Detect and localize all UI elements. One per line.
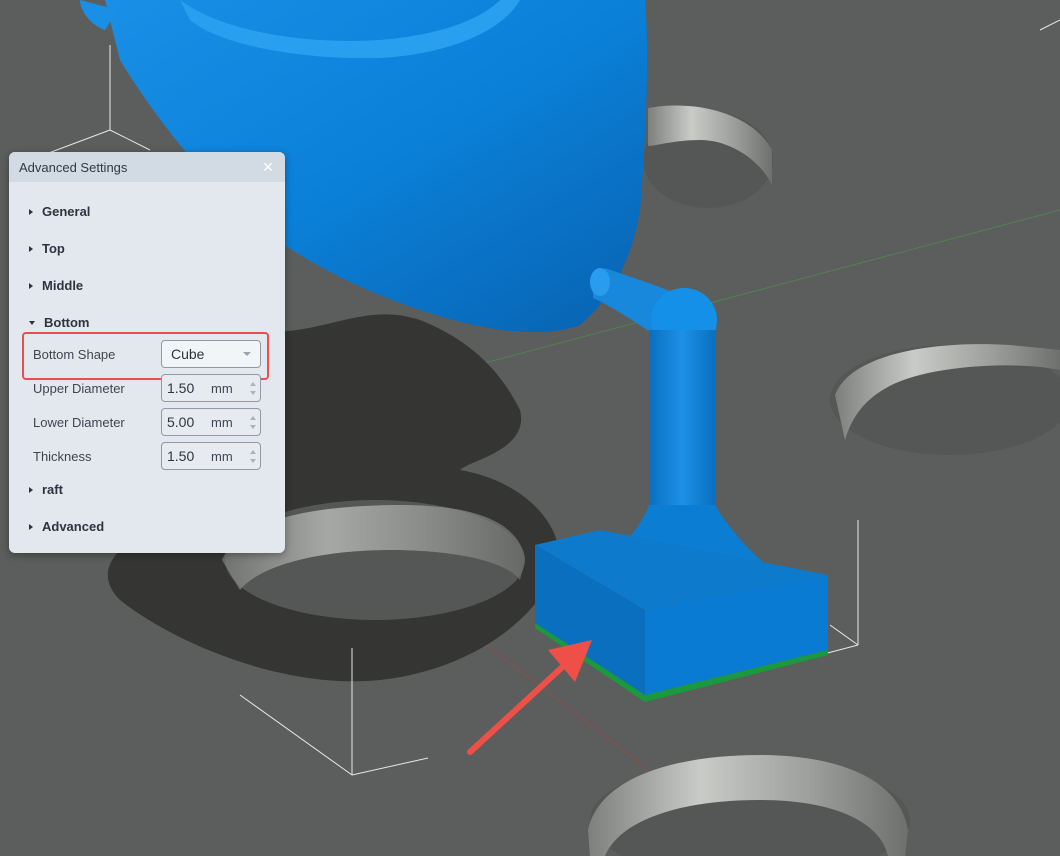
section-middle[interactable]: Middle (29, 278, 83, 293)
stepper (250, 415, 256, 429)
thickness-value: 1.50 (167, 448, 195, 464)
unit-label: mm (211, 414, 233, 430)
lower-diameter-input[interactable]: 5.00 mm (161, 408, 261, 436)
section-raft[interactable]: raft (29, 482, 63, 497)
section-label: Middle (42, 278, 84, 293)
decrement-icon[interactable] (250, 458, 256, 463)
caret-right-icon (29, 208, 33, 215)
unit-label: mm (211, 448, 233, 464)
stepper (250, 449, 256, 463)
section-label: raft (42, 482, 63, 497)
section-label: Top (42, 241, 65, 256)
stepper (250, 381, 256, 395)
lower-diameter-value: 5.00 (167, 414, 195, 430)
unit-label: mm (211, 380, 233, 396)
close-icon[interactable]: × (261, 158, 275, 176)
increment-icon[interactable] (250, 449, 256, 454)
section-top[interactable]: Top (29, 241, 65, 256)
upper-diameter-value: 1.50 (167, 380, 195, 396)
caret-right-icon (29, 486, 33, 493)
3d-viewport[interactable]: Advanced Settings × General Top Middle B… (0, 0, 1060, 856)
bottom-shape-select[interactable]: Cube (161, 340, 261, 368)
support-pillar (649, 330, 715, 510)
caret-right-icon (29, 245, 33, 252)
increment-icon[interactable] (250, 381, 256, 386)
upper-diameter-input[interactable]: 1.50 mm (161, 374, 261, 402)
caret-down-icon (29, 320, 35, 325)
decrement-icon[interactable] (250, 424, 256, 429)
section-label: Bottom (44, 315, 90, 330)
panel-header: Advanced Settings × (9, 152, 285, 182)
support-arm-tip (590, 268, 610, 296)
bottom-shape-value: Cube (171, 346, 205, 362)
section-label: Advanced (42, 519, 105, 534)
increment-icon[interactable] (250, 415, 256, 420)
section-general[interactable]: General (29, 204, 90, 219)
panel-title: Advanced Settings (19, 159, 128, 175)
section-label: General (42, 204, 91, 219)
section-bottom[interactable]: Bottom (29, 315, 90, 330)
caret-right-icon (29, 523, 33, 530)
caret-right-icon (29, 282, 33, 289)
decrement-icon[interactable] (250, 390, 256, 395)
advanced-settings-panel: Advanced Settings × General Top Middle B… (9, 152, 285, 553)
chevron-down-icon (243, 352, 251, 356)
thickness-input[interactable]: 1.50 mm (161, 442, 261, 470)
section-advanced[interactable]: Advanced (29, 519, 104, 534)
